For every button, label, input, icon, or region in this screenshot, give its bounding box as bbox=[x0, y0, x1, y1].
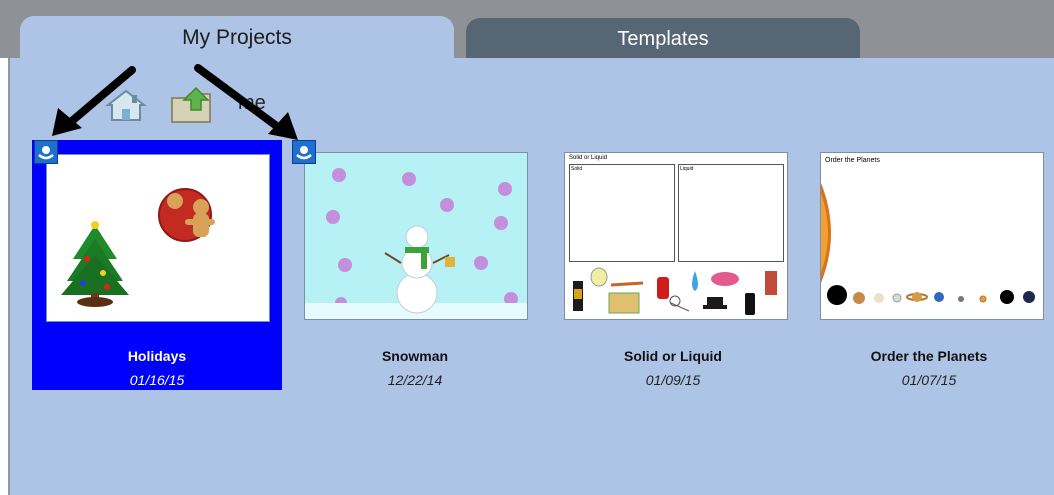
project-card-snowman[interactable]: Snowman 12/22/14 bbox=[290, 140, 540, 390]
tab-my-projects[interactable]: My Projects bbox=[20, 16, 454, 60]
thumbnail-box-label: Solid bbox=[571, 166, 583, 172]
project-title: Solid or Liquid bbox=[624, 348, 722, 364]
project-title: Snowman bbox=[381, 348, 449, 364]
thumbnail-heading: Solid or Liquid bbox=[569, 155, 608, 161]
tab-my-projects-label: My Projects bbox=[182, 26, 292, 49]
shared-badge-icon bbox=[34, 140, 58, 164]
project-date: 12/22/14 bbox=[387, 372, 443, 388]
tab-templates[interactable]: Templates bbox=[466, 18, 860, 60]
thumbnail-box-liquid: Liquid bbox=[678, 164, 784, 262]
project-thumbnail bbox=[304, 152, 528, 320]
tab-templates-label: Templates bbox=[617, 27, 709, 50]
project-title: Holidays bbox=[127, 348, 187, 364]
project-date: 01/09/15 bbox=[645, 372, 701, 388]
shared-badge-icon bbox=[292, 140, 316, 164]
name-label: me bbox=[238, 92, 266, 114]
project-thumbnail bbox=[46, 154, 270, 322]
project-card-solid-or-liquid[interactable]: Solid or Liquid Solid Liquid Solid or Li… bbox=[548, 140, 798, 390]
project-title: Order the Planets bbox=[870, 348, 988, 364]
thumbnail-box-solid: Solid bbox=[569, 164, 675, 262]
thumbnail-box-label: Liquid bbox=[680, 166, 694, 172]
project-card-order-the-planets[interactable]: Order the Planets Order the Planets 01/0… bbox=[804, 140, 1054, 390]
project-date: 01/07/15 bbox=[901, 372, 957, 388]
project-thumbnail: Order the Planets bbox=[820, 152, 1044, 320]
project-card-holidays[interactable]: Holidays 01/16/15 bbox=[32, 140, 282, 390]
upload-folder-icon[interactable] bbox=[168, 86, 216, 126]
project-thumbnail: Solid or Liquid Solid Liquid bbox=[564, 152, 788, 320]
project-date: 01/16/15 bbox=[129, 372, 185, 388]
home-icon[interactable] bbox=[104, 88, 148, 124]
